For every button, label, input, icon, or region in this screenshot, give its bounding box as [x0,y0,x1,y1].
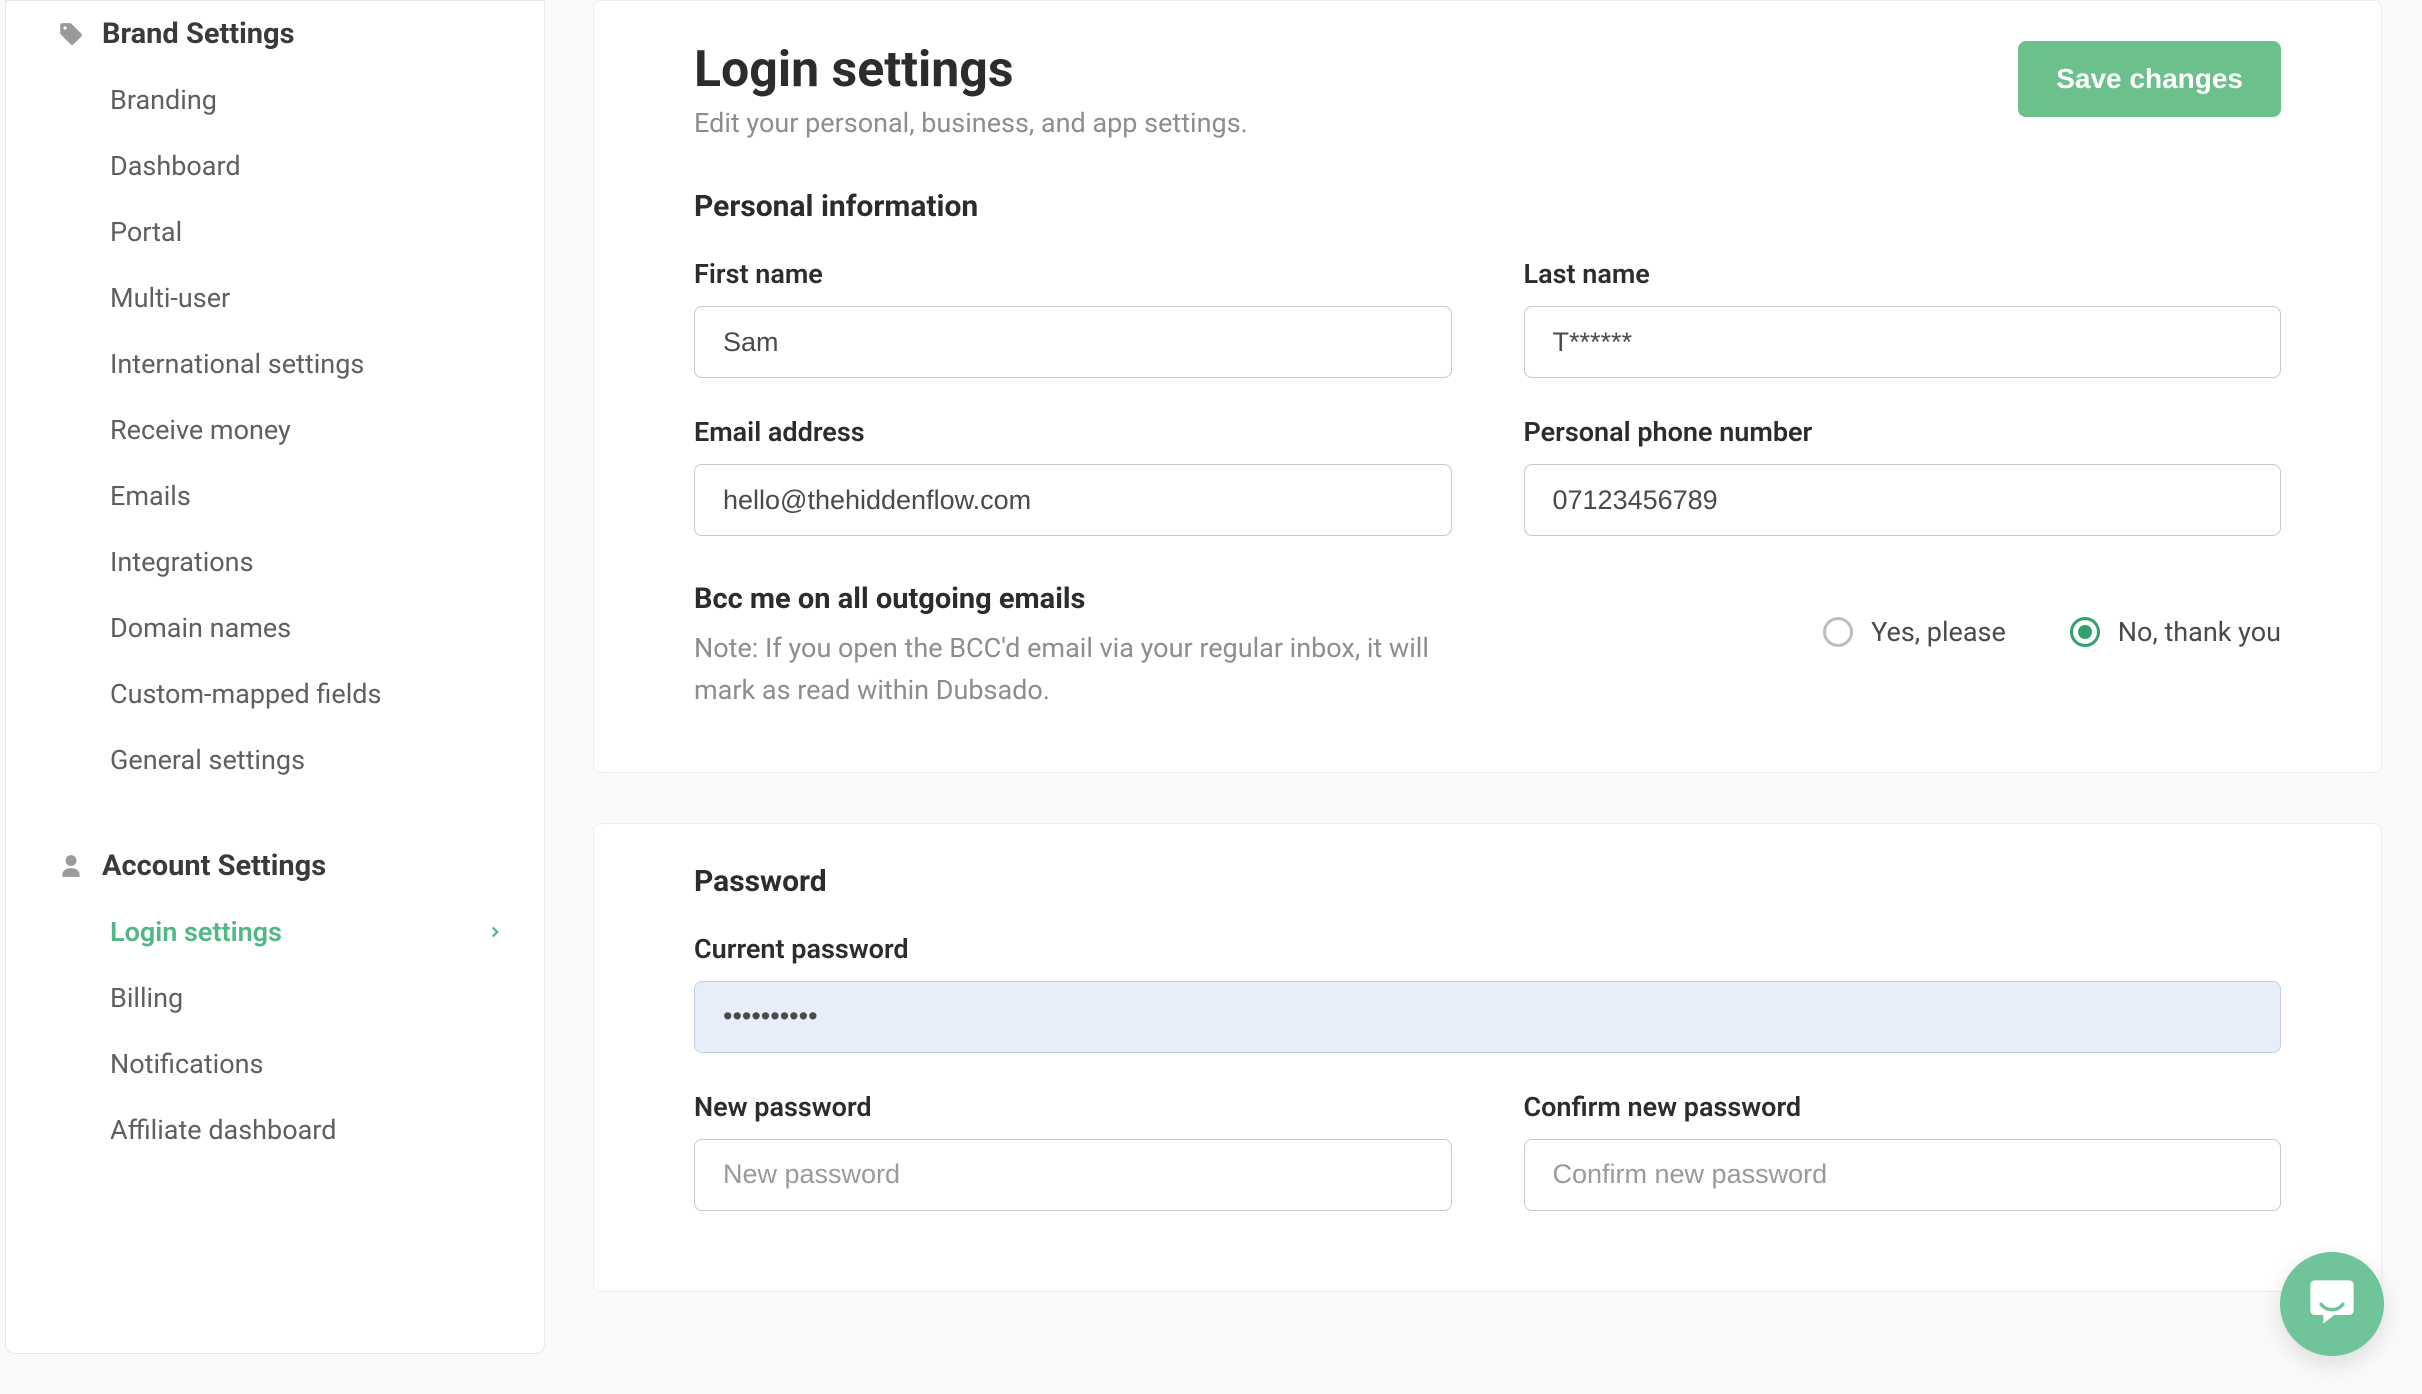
sidebar-item-general[interactable]: General settings [6,727,544,793]
sidebar-item-branding[interactable]: Branding [6,67,544,133]
phone-input[interactable] [1524,464,2282,536]
bcc-title: Bcc me on all outgoing emails [694,582,1474,616]
sidebar-item-domain-names[interactable]: Domain names [6,595,544,661]
chevron-right-icon [486,923,504,941]
sidebar-item-affiliate[interactable]: Affiliate dashboard [6,1097,544,1163]
sidebar-item-custom-fields[interactable]: Custom-mapped fields [6,661,544,727]
bcc-radio-no[interactable]: No, thank you [2070,616,2281,648]
personal-info-card: Login settings Edit your personal, busin… [593,0,2382,773]
password-card: Password Current password New password C… [593,823,2382,1292]
bcc-note: Note: If you open the BCC'd email via yo… [694,628,1474,712]
current-password-input[interactable] [694,981,2281,1053]
sidebar-item-emails[interactable]: Emails [6,463,544,529]
bcc-row: Bcc me on all outgoing emails Note: If y… [694,582,2281,712]
settings-sidebar: Brand Settings Branding Dashboard Portal… [5,0,545,1354]
chat-icon [2306,1276,2358,1332]
main-content: Login settings Edit your personal, busin… [545,0,2422,1394]
current-password-field: Current password [694,933,2281,1053]
tag-icon [58,21,84,47]
chat-widget-button[interactable] [2280,1252,2384,1356]
radio-icon [2070,617,2100,647]
first-name-label: First name [694,258,1452,290]
first-name-field: First name [694,258,1452,378]
page-subtitle: Edit your personal, business, and app se… [694,107,1248,139]
bcc-radio-group: Yes, please No, thank you [1823,616,2281,648]
last-name-label: Last name [1524,258,2282,290]
phone-label: Personal phone number [1524,416,2282,448]
email-input[interactable] [694,464,1452,536]
bcc-radio-yes[interactable]: Yes, please [1823,616,2006,648]
new-password-field: New password [694,1091,1452,1211]
email-field: Email address [694,416,1452,536]
first-name-input[interactable] [694,306,1452,378]
sidebar-item-integrations[interactable]: Integrations [6,529,544,595]
sidebar-header-brand: Brand Settings [6,1,544,67]
sidebar-item-receive-money[interactable]: Receive money [6,397,544,463]
sidebar-header-account: Account Settings [6,833,544,899]
sidebar-item-dashboard[interactable]: Dashboard [6,133,544,199]
user-icon [58,853,84,879]
radio-icon [1823,617,1853,647]
new-password-input[interactable] [694,1139,1452,1211]
new-password-label: New password [694,1091,1452,1123]
personal-section-title: Personal information [694,189,2281,224]
confirm-password-input[interactable] [1524,1139,2282,1211]
sidebar-header-account-label: Account Settings [102,849,326,883]
sidebar-item-portal[interactable]: Portal [6,199,544,265]
current-password-label: Current password [694,933,2281,965]
sidebar-header-brand-label: Brand Settings [102,17,295,51]
confirm-password-field: Confirm new password [1524,1091,2282,1211]
sidebar-item-login-settings[interactable]: Login settings [6,899,544,965]
sidebar-item-billing[interactable]: Billing [6,965,544,1031]
last-name-input[interactable] [1524,306,2282,378]
confirm-password-label: Confirm new password [1524,1091,2282,1123]
page-title: Login settings [694,41,1248,99]
last-name-field: Last name [1524,258,2282,378]
save-button[interactable]: Save changes [2018,41,2281,117]
phone-field: Personal phone number [1524,416,2282,536]
sidebar-item-notifications[interactable]: Notifications [6,1031,544,1097]
sidebar-item-international[interactable]: International settings [6,331,544,397]
email-label: Email address [694,416,1452,448]
sidebar-item-multi-user[interactable]: Multi-user [6,265,544,331]
password-section-title: Password [694,864,2281,899]
